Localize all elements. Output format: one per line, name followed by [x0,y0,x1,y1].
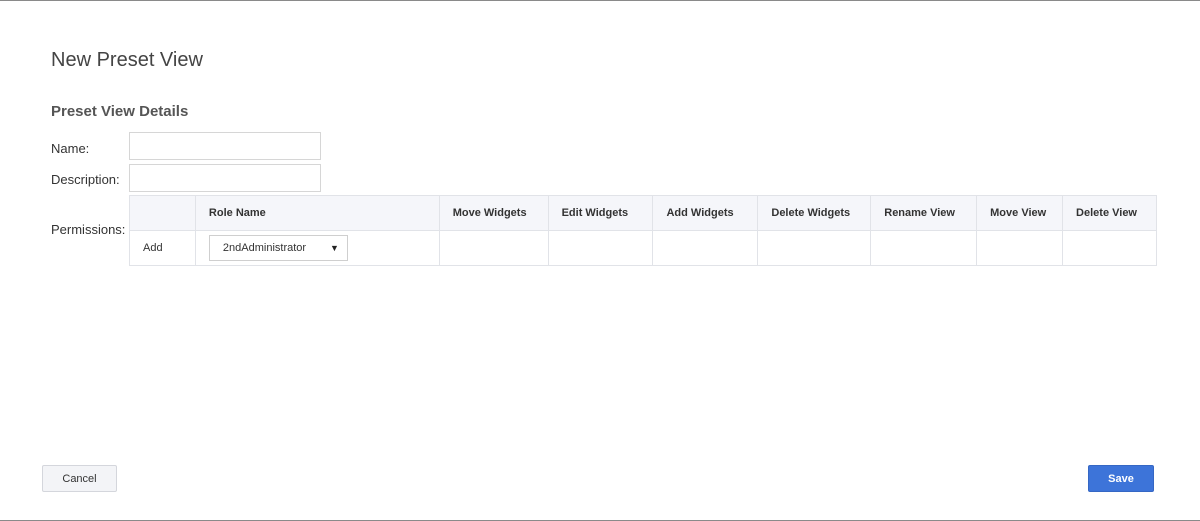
name-input[interactable] [129,132,321,160]
column-header-move-view: Move View [976,195,1064,231]
caret-down-icon: ▼ [330,243,339,253]
description-input[interactable] [129,164,321,192]
cancel-button[interactable]: Cancel [42,465,117,492]
rename-view-cell [870,230,978,266]
column-header-delete-widgets: Delete Widgets [757,195,872,231]
delete-widgets-cell [757,230,872,266]
permissions-label: Permissions: [51,222,126,237]
save-button[interactable]: Save [1088,465,1154,492]
column-header-rename-view: Rename View [870,195,978,231]
column-header-add-widgets: Add Widgets [652,195,759,231]
section-title: Preset View Details [51,103,189,120]
description-label: Description: [51,172,120,187]
add-widgets-cell [652,230,759,266]
add-permission-row: Add 2ndAdministrator ▼ [129,230,1157,266]
column-header-move-widgets: Move Widgets [438,195,549,231]
role-select-value: 2ndAdministrator [222,242,307,254]
table-header-row: Role Name Move Widgets Edit Widgets Add … [129,195,1157,231]
role-cell: 2ndAdministrator ▼ [194,230,440,266]
column-header-delete-view: Delete View [1062,195,1157,231]
column-header-role-name: Role Name [194,195,440,231]
move-widgets-cell [438,230,549,266]
edit-widgets-cell [547,230,654,266]
new-preset-view-dialog: New Preset View Preset View Details Name… [0,1,1200,520]
role-select[interactable]: 2ndAdministrator ▼ [208,235,348,261]
name-label: Name: [51,141,90,156]
move-view-cell [976,230,1064,266]
permissions-table: Role Name Move Widgets Edit Widgets Add … [129,195,1157,266]
add-label[interactable]: Add [129,230,196,266]
column-header-edit-widgets: Edit Widgets [547,195,654,231]
delete-view-cell [1062,230,1157,266]
column-header-blank [129,195,196,231]
dialog-title: New Preset View [51,49,203,71]
